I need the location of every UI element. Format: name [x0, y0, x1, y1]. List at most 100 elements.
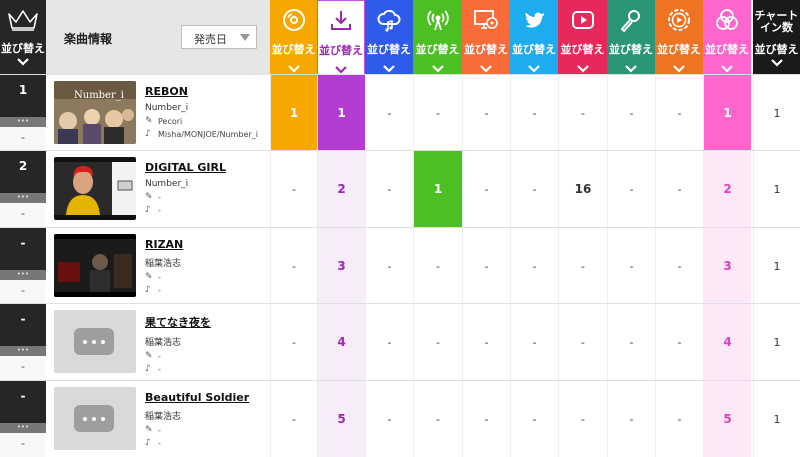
- song-info: REBON Number_i ✎ Pecori ♪ Misha/MONJOE/Num…: [145, 85, 270, 139]
- rank-cell-composite: 5: [703, 381, 751, 457]
- rank-cell-pc-lookup: -: [462, 381, 510, 457]
- column-header-composite[interactable]: 並び替え: [703, 0, 751, 74]
- computer-disc-icon: [473, 7, 499, 37]
- chart-in-count-title: チャート イン数: [754, 9, 799, 34]
- music-note-icon: ♪: [145, 364, 151, 374]
- sort-order-select[interactable]: 発売日: [181, 25, 257, 49]
- column-header-pc-lookup[interactable]: 並び替え: [462, 0, 510, 74]
- more-icon: [74, 328, 114, 355]
- chart-in-sort-label: 並び替え: [754, 43, 799, 56]
- sort-label: 並び替え: [319, 44, 363, 57]
- rank-cell-pc-lookup: -: [462, 151, 510, 227]
- artist-name: 稲葉浩志: [145, 338, 182, 348]
- rank-cell-radio: -: [413, 381, 462, 457]
- thumbnail-placeholder: [54, 387, 136, 450]
- composer: ♪ -: [145, 438, 161, 448]
- table-row: 2 ••• - DIGITAL GIRL Number_i ✎ - ♪ - -2-1…: [0, 150, 800, 227]
- rank-cell-karaoke: -: [607, 304, 655, 380]
- rank-sort-label: 並び替え: [1, 42, 45, 55]
- current-rank: -: [0, 381, 46, 423]
- table-row: 1 ••• - Number_i REBON Number_i ✎ Pecori …: [0, 74, 800, 151]
- column-header-streaming[interactable]: 並び替え: [365, 0, 413, 74]
- sort-label: 並び替え: [464, 43, 508, 56]
- video-play-icon: [666, 7, 692, 37]
- table-row: - ••• - Beautiful Soldier 稲葉浩志 ✎ - ♪ - - 5 -…: [0, 380, 800, 457]
- sort-label: 並び替え: [560, 43, 605, 56]
- column-header-radio[interactable]: 並び替え: [413, 0, 462, 74]
- lyricist: ✎ -: [145, 351, 161, 361]
- composer: ♪ Misha/MONJOE/Number_i: [145, 129, 258, 139]
- rank-cell-composite: 2: [703, 151, 751, 227]
- column-header-karaoke[interactable]: 並び替え: [607, 0, 655, 74]
- sort-label: 並び替え: [609, 43, 653, 56]
- song-thumbnail[interactable]: Number_i: [54, 81, 136, 144]
- rank-cell-pc-lookup: -: [462, 304, 510, 380]
- rank-cell-karaoke: -: [607, 228, 655, 304]
- rank-change-dots: •••: [0, 117, 46, 127]
- column-header-youtube[interactable]: 並び替え: [558, 0, 607, 74]
- rank-cell-gyao: -: [655, 304, 703, 380]
- column-header-gyao[interactable]: 並び替え: [655, 0, 703, 74]
- chart-in-count-header[interactable]: チャート イン数 並び替え: [753, 0, 800, 74]
- song-title-link[interactable]: REBON: [145, 85, 270, 98]
- previous-rank: -: [21, 437, 25, 450]
- composer: ♪ -: [145, 285, 161, 295]
- sort-label: 並び替え: [367, 43, 411, 56]
- rank-cell: - ••• -: [0, 381, 46, 457]
- rank-cell-streaming: -: [365, 381, 413, 457]
- song-info: 果てなき夜を 稲葉浩志 ✎ - ♪ -: [145, 314, 270, 374]
- lyricist: ✎ Pecori: [145, 116, 183, 126]
- artist-name: Number_i: [145, 179, 189, 189]
- rank-cell-radio: -: [413, 304, 462, 380]
- lyricist: ✎ -: [145, 192, 161, 202]
- song-thumbnail[interactable]: [54, 157, 136, 220]
- artist-name: 稲葉浩志: [145, 412, 182, 422]
- rank-cell-gyao: -: [655, 75, 703, 151]
- rank-cell-gyao: -: [655, 228, 703, 304]
- sort-label: 並び替え: [657, 43, 701, 56]
- song-title-link[interactable]: RIZAN: [145, 238, 270, 251]
- rank-cell-youtube: 16: [558, 151, 607, 227]
- rank-cell-streaming: -: [365, 75, 413, 151]
- rank-cell-twitter: -: [510, 381, 558, 457]
- rank-cell-cd: -: [270, 151, 317, 227]
- thumbnail-placeholder: [54, 310, 136, 373]
- pencil-icon: ✎: [145, 425, 153, 435]
- rank-cell-cd: -: [270, 381, 317, 457]
- rank-cell-composite: 1: [703, 75, 751, 151]
- artist-name: Number_i: [145, 103, 189, 113]
- dropdown-triangle-icon: [240, 34, 250, 41]
- song-title-link[interactable]: DIGITAL GIRL: [145, 161, 270, 174]
- composer: ♪ -: [145, 205, 161, 215]
- music-note-icon: ♪: [145, 129, 151, 139]
- chevron-down-icon: [17, 58, 29, 66]
- column-header-cd[interactable]: 並び替え: [270, 0, 317, 74]
- song-title-link[interactable]: 果てなき夜を: [145, 314, 270, 330]
- previous-rank: -: [21, 284, 25, 297]
- song-title-link[interactable]: Beautiful Soldier: [145, 391, 270, 404]
- pencil-icon: ✎: [145, 272, 153, 282]
- rank-cell-cd: -: [270, 228, 317, 304]
- sort-label: 並び替え: [512, 43, 556, 56]
- chart-in-count: 1: [753, 228, 800, 304]
- current-rank: 1: [0, 75, 46, 117]
- column-header-twitter[interactable]: 並び替え: [510, 0, 558, 74]
- rank-cell-pc-lookup: -: [462, 75, 510, 151]
- rank-cell-twitter: -: [510, 151, 558, 227]
- rank-cell-twitter: -: [510, 228, 558, 304]
- rank-cell-download: 4: [317, 304, 365, 380]
- sort-order-value: 発売日: [194, 33, 227, 46]
- chevron-down-icon: [771, 59, 783, 67]
- pencil-icon: ✎: [145, 351, 153, 361]
- rank-change-dots: •••: [0, 270, 46, 280]
- rank-change-dots: •••: [0, 193, 46, 203]
- rank-cell-twitter: -: [510, 75, 558, 151]
- rank-column-header[interactable]: 並び替え: [0, 0, 46, 74]
- rank-cell: 1 ••• -: [0, 75, 46, 151]
- chart-in-count: 1: [753, 151, 800, 227]
- composer: ♪ -: [145, 364, 161, 374]
- sort-label: 並び替え: [271, 43, 316, 56]
- column-header-download[interactable]: 並び替え: [317, 0, 365, 74]
- rank-cell-composite: 3: [703, 228, 751, 304]
- song-thumbnail[interactable]: [54, 234, 136, 297]
